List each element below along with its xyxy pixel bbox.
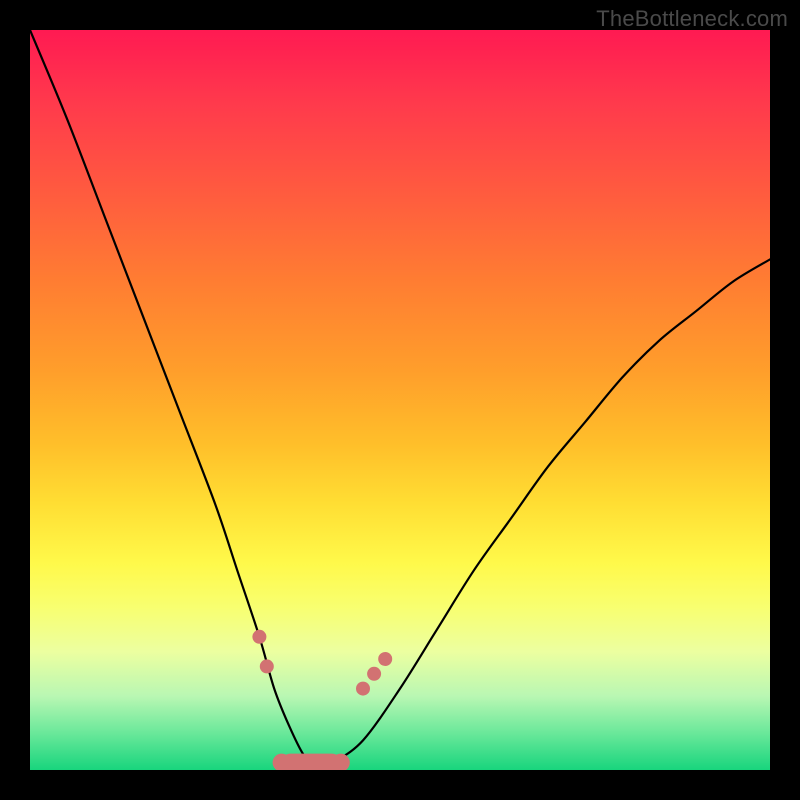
curve-marker: [260, 659, 274, 673]
curve-marker: [356, 682, 370, 696]
chart-frame: TheBottleneck.com: [0, 0, 800, 800]
bottleneck-curve: [30, 30, 770, 770]
curve-marker: [378, 652, 392, 666]
curve-marker: [367, 667, 381, 681]
curve-markers-right: [356, 652, 392, 696]
watermark-text: TheBottleneck.com: [596, 6, 788, 32]
v-curve-path: [30, 30, 770, 770]
curve-marker: [252, 630, 266, 644]
curve-bottom-cluster: [273, 754, 350, 770]
plot-area: [30, 30, 770, 770]
